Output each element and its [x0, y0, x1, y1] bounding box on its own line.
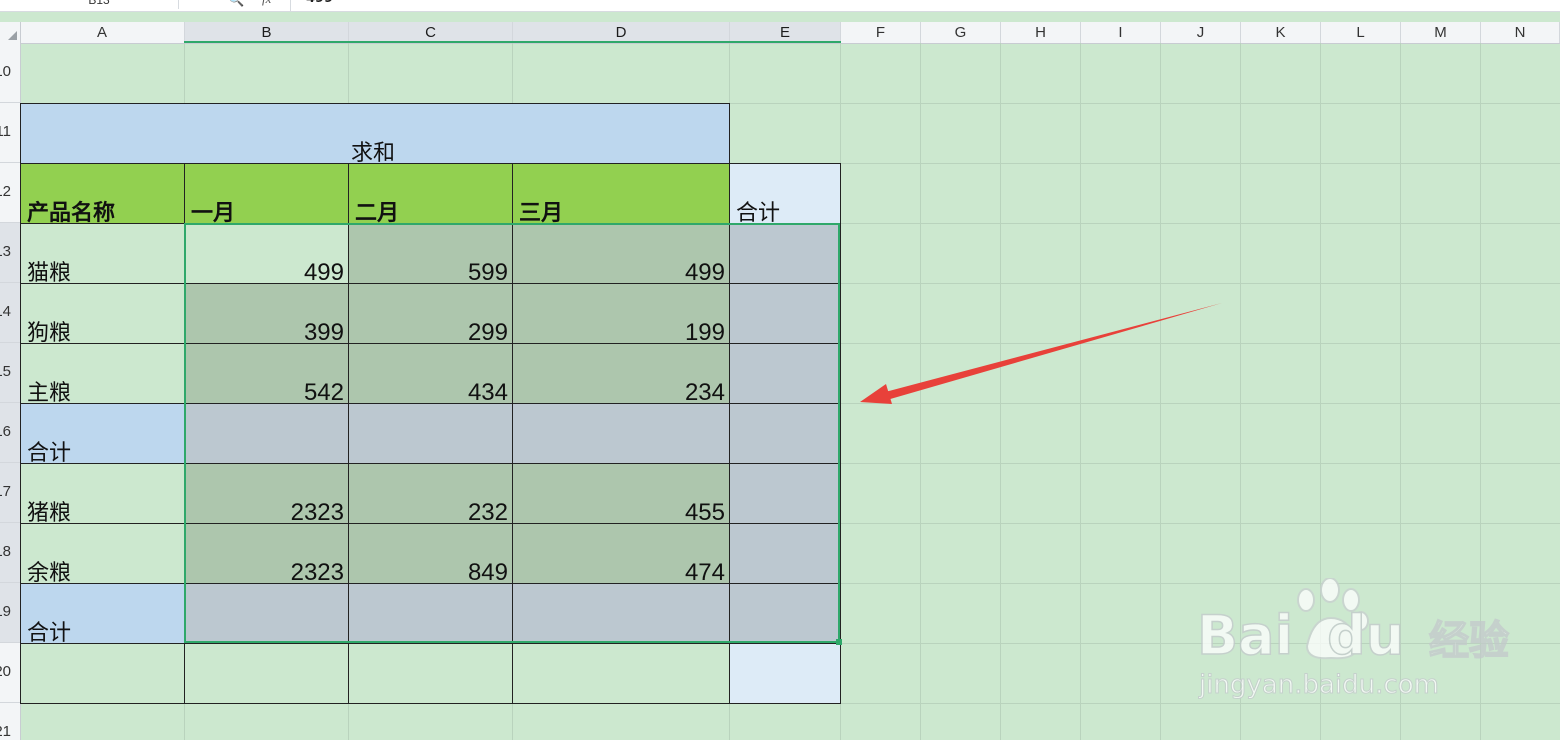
watermark-brand-2: du: [1326, 603, 1405, 668]
baidu-watermark: Bai du 经验 jingyan.baidu.com: [1195, 578, 1510, 708]
watermark-brand: Bai: [1196, 603, 1294, 668]
watermark-cn: 经验: [1428, 617, 1510, 665]
watermark-url: jingyan.baidu.com: [1199, 670, 1440, 701]
